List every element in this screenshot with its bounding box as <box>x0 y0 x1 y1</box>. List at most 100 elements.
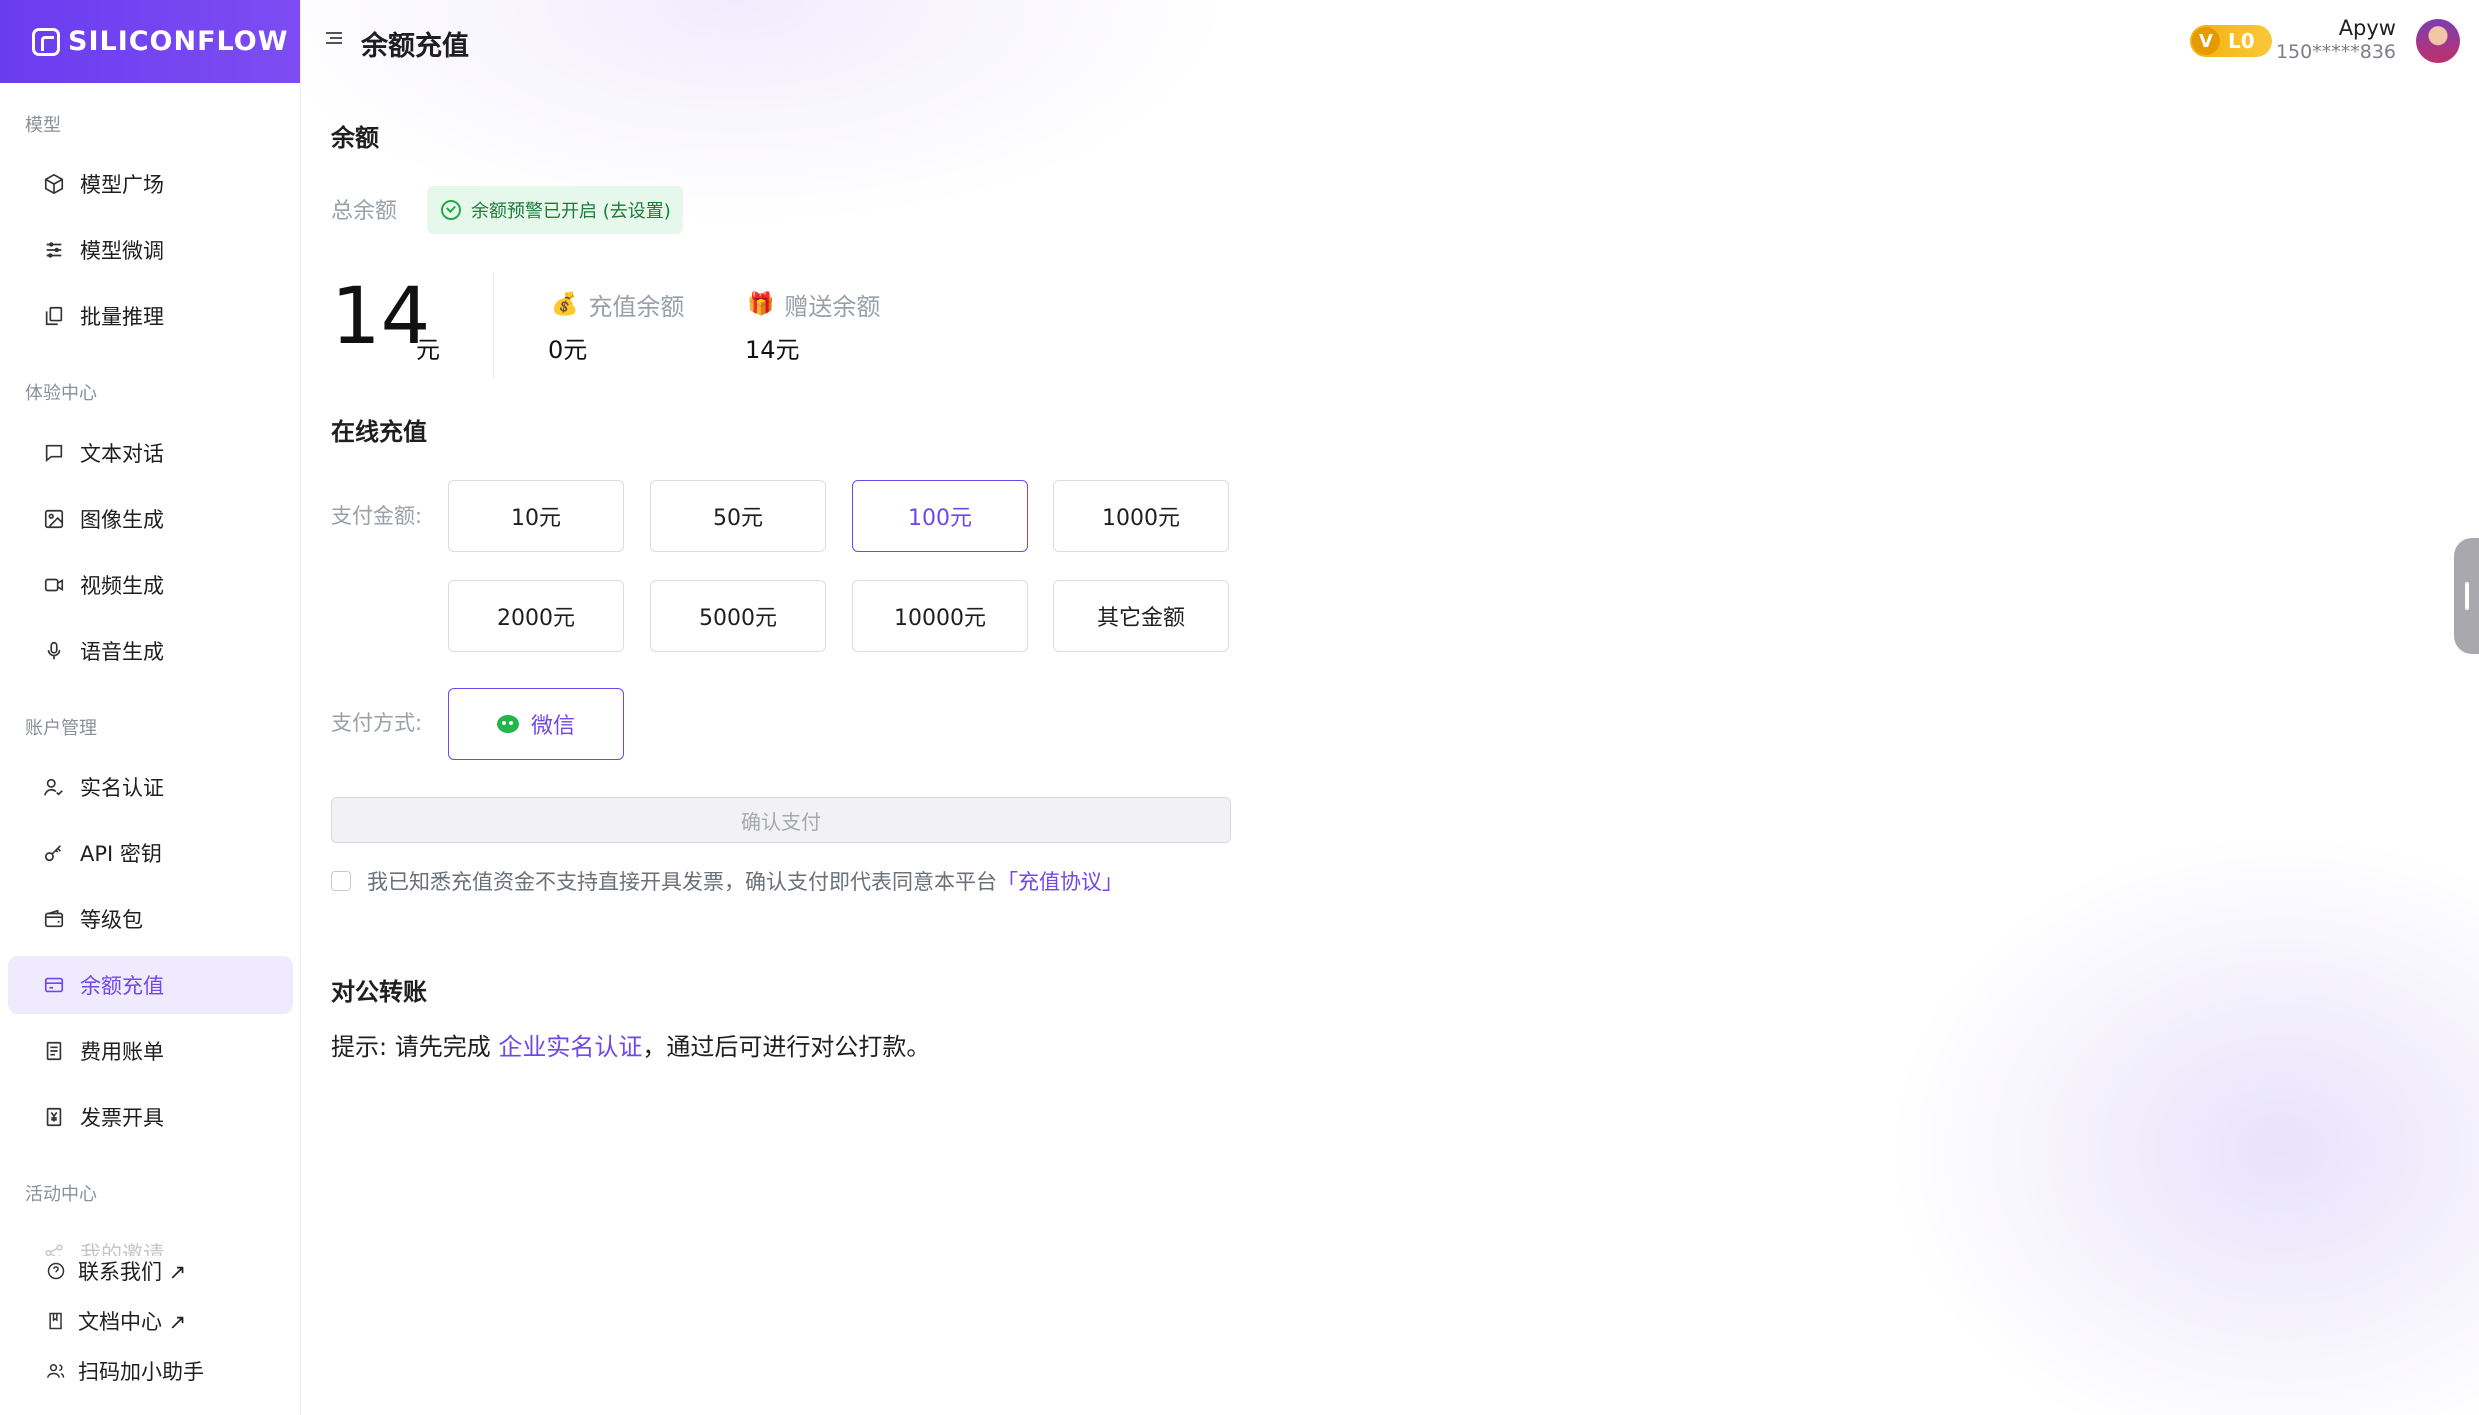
main-content: 余额充值 V L0 Apyw 150*****836 余额 总余额 余额预警已开… <box>301 0 2479 1415</box>
wechat-pay-option[interactable]: 微信 <box>448 688 624 760</box>
invoice-yen-icon <box>42 1105 66 1129</box>
user-check-icon <box>42 775 66 799</box>
recharge-balance-value: 0元 <box>548 336 588 364</box>
phone-number: 150*****836 <box>2275 41 2396 63</box>
confirm-pay-button[interactable]: 确认支付 <box>331 797 1231 843</box>
sidebar-item-label: 余额充值 <box>80 974 164 998</box>
level-text: L0 <box>2228 29 2255 53</box>
amount-option-1000[interactable]: 1000元 <box>1053 480 1229 552</box>
sidebar-item-invoice[interactable]: 发票开具 <box>8 1088 293 1146</box>
money-bag-icon: 💰 <box>551 292 579 317</box>
wechat-icon <box>496 715 519 733</box>
section-label-experience: 体验中心 <box>25 383 97 404</box>
total-balance-unit: 元 <box>416 336 440 364</box>
contact-us-link[interactable]: 联系我们 ↗ <box>44 1256 284 1286</box>
amount-option-2000[interactable]: 2000元 <box>448 580 624 652</box>
amount-option-10000[interactable]: 10000元 <box>852 580 1028 652</box>
agreement-row: 我已知悉充值资金不支持直接开具发票，确认支付即代表同意本平台 「充值协议」 <box>331 866 1123 896</box>
online-recharge-title: 在线充值 <box>331 418 427 446</box>
menu-toggle-icon[interactable] <box>326 32 342 46</box>
amount-option-5000[interactable]: 5000元 <box>650 580 826 652</box>
sidebar-item-label: 语音生成 <box>80 640 164 664</box>
assistant-link[interactable]: 扫码加小助手 <box>44 1356 204 1386</box>
sidebar-item-label: 等级包 <box>80 908 143 932</box>
section-label-activity: 活动中心 <box>25 1184 97 1205</box>
page-title: 余额充值 <box>361 31 469 62</box>
sidebar-item-level-pack[interactable]: 等级包 <box>8 890 293 948</box>
side-drawer-handle[interactable] <box>2454 538 2479 654</box>
sidebar-item-model-square[interactable]: 模型广场 <box>8 155 293 213</box>
recharge-balance-label: 💰 充值余额 <box>551 287 684 322</box>
sidebar-item-batch-inference[interactable]: 批量推理 <box>8 287 293 345</box>
username: Apyw <box>2338 16 2396 40</box>
siliconflow-logo-icon <box>32 27 60 56</box>
sidebar-item-label: 实名认证 <box>80 776 164 800</box>
assistant-label: 扫码加小助手 <box>78 1360 204 1384</box>
balance-section-title: 余额 <box>331 124 379 152</box>
amount-option-50[interactable]: 50元 <box>650 480 826 552</box>
gift-balance-label-text: 赠送余额 <box>784 293 881 321</box>
sidebar-item-label: 费用账单 <box>80 1040 164 1064</box>
sidebar-item-label: 图像生成 <box>80 508 164 532</box>
sidebar-item-text-chat[interactable]: 文本对话 <box>8 424 293 482</box>
gift-balance-value: 14元 <box>745 336 800 364</box>
sidebar-item-label: 模型微调 <box>80 239 164 263</box>
sidebar-item-image-gen[interactable]: 图像生成 <box>8 490 293 548</box>
sliders-icon <box>42 238 66 262</box>
balance-alert-tag[interactable]: 余额预警已开启 (去设置) <box>427 186 683 234</box>
balance-alert-text: 余额预警已开启 (去设置) <box>471 201 671 222</box>
sidebar-item-voice-gen[interactable]: 语音生成 <box>8 622 293 680</box>
sidebar: SILICONFLOW 模型 模型广场 模型微调 批量推理 体验中心 文本对话 … <box>0 0 301 1415</box>
gift-balance-label: 🎁 赠送余额 <box>747 287 880 322</box>
amount-option-100[interactable]: 100元 <box>852 480 1028 552</box>
sidebar-item-realname[interactable]: 实名认证 <box>8 758 293 816</box>
tip-prefix: 提示: 请先完成 <box>331 1033 499 1061</box>
sidebar-item-label: API 密钥 <box>80 842 162 866</box>
sidebar-item-label: 发票开具 <box>80 1106 164 1130</box>
credit-card-icon <box>42 973 66 997</box>
wallet-icon <box>42 907 66 931</box>
contact-us-label: 联系我们 ↗ <box>78 1260 187 1284</box>
enterprise-verify-link[interactable]: 企业实名认证 <box>498 1033 642 1061</box>
sidebar-item-label: 视频生成 <box>80 574 164 598</box>
users-icon <box>44 1359 68 1383</box>
logo-text: SILICONFLOW <box>68 26 289 57</box>
corporate-tip: 提示: 请先完成 企业实名认证，通过后可进行对公打款。 <box>331 1027 930 1062</box>
level-badge[interactable]: V L0 <box>2190 25 2272 57</box>
avatar[interactable] <box>2416 19 2460 63</box>
video-camera-icon <box>42 573 66 597</box>
sidebar-item-model-finetune[interactable]: 模型微调 <box>8 221 293 279</box>
key-icon <box>42 841 66 865</box>
total-balance-label: 总余额 <box>331 199 398 224</box>
gift-icon: 🎁 <box>747 292 775 317</box>
divider <box>493 272 494 378</box>
receipt-icon <box>42 1039 66 1063</box>
sidebar-item-billing[interactable]: 费用账单 <box>8 1022 293 1080</box>
sidebar-item-recharge[interactable]: 余额充值 <box>8 956 293 1014</box>
copy-icon <box>42 304 66 328</box>
agreement-text: 我已知悉充值资金不支持直接开具发票，确认支付即代表同意本平台 <box>367 870 997 894</box>
sidebar-item-label: 模型广场 <box>80 173 164 197</box>
section-label-model: 模型 <box>25 115 61 136</box>
cube-icon <box>42 172 66 196</box>
image-icon <box>42 507 66 531</box>
amount-option-other[interactable]: 其它金额 <box>1053 580 1229 652</box>
vip-v-icon: V <box>2192 27 2220 55</box>
recharge-balance-label-text: 充值余额 <box>588 293 685 321</box>
corporate-transfer-title: 对公转账 <box>331 978 427 1006</box>
logo[interactable]: SILICONFLOW <box>0 0 300 83</box>
check-circle-icon <box>441 200 461 220</box>
docs-center-link[interactable]: 文档中心 ↗ <box>44 1306 186 1336</box>
wechat-label: 微信 <box>530 714 575 739</box>
section-label-account: 账户管理 <box>25 718 97 739</box>
help-circle-icon <box>44 1259 68 1283</box>
tip-suffix: ，通过后可进行对公打款。 <box>642 1033 931 1061</box>
pay-method-label: 支付方式: <box>331 711 423 735</box>
recharge-agreement-link[interactable]: 「充值协议」 <box>997 866 1123 896</box>
chat-bubble-icon <box>42 441 66 465</box>
sidebar-item-api-key[interactable]: API 密钥 <box>8 824 293 882</box>
amount-option-10[interactable]: 10元 <box>448 480 624 552</box>
agreement-checkbox[interactable] <box>331 871 351 891</box>
sidebar-item-label: 批量推理 <box>80 305 164 329</box>
sidebar-item-video-gen[interactable]: 视频生成 <box>8 556 293 614</box>
